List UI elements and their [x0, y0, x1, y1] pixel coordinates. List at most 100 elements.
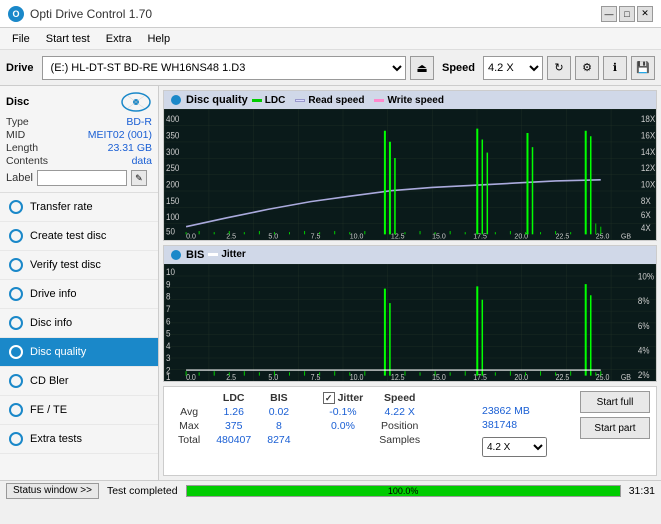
refresh-button[interactable]: ↻ [547, 56, 571, 80]
svg-text:5.0: 5.0 [268, 231, 278, 239]
svg-text:150: 150 [166, 195, 180, 205]
disc-length-label: Length [6, 142, 38, 154]
disc-quality-chart-svg: 400 350 300 250 200 150 100 50 18X 16X 1… [164, 109, 656, 240]
disc-quality-chart-panel: Disc quality LDC Read speed Write speed [163, 90, 657, 241]
disc-mid-label: MID [6, 129, 25, 141]
svg-text:350: 350 [166, 130, 180, 140]
create-test-disc-icon [8, 228, 24, 244]
app-icon: O [8, 6, 24, 22]
menu-extra[interactable]: Extra [98, 31, 140, 47]
row-total-label: Total [170, 433, 208, 447]
title-bar-left: O Opti Drive Control 1.70 [8, 6, 152, 22]
stats-table: LDC BIS ✓ Jitter Speed [170, 391, 474, 471]
disc-label-label: Label [6, 172, 33, 184]
drive-info-icon [8, 286, 24, 302]
cd-bler-icon [8, 373, 24, 389]
svg-text:10%: 10% [638, 271, 654, 282]
svg-text:10.0: 10.0 [350, 373, 364, 381]
legend-write-speed: Write speed [374, 95, 444, 106]
disc-label-input[interactable] [37, 170, 127, 186]
row-max-jitter: 0.0% [315, 419, 372, 433]
svg-text:22.5: 22.5 [556, 231, 570, 239]
svg-text:17.5: 17.5 [473, 373, 487, 381]
table-row: Max 375 8 0.0% Position [170, 419, 428, 433]
svg-text:10X: 10X [641, 179, 656, 189]
speed-select[interactable]: 4.2 X [483, 56, 543, 80]
disc-type-label: Type [6, 116, 29, 128]
maximize-button[interactable]: □ [619, 6, 635, 22]
content-area: Disc quality LDC Read speed Write speed [159, 86, 661, 480]
sidebar-item-verify-test-disc[interactable]: Verify test disc [0, 251, 158, 280]
jitter-checkbox[interactable]: ✓ [323, 392, 335, 404]
minimize-button[interactable]: — [601, 6, 617, 22]
drive-label: Drive [6, 62, 34, 74]
svg-text:GB: GB [621, 231, 631, 239]
start-full-button[interactable]: Start full [580, 391, 650, 413]
bis-chart-title: BIS Jitter [164, 246, 656, 264]
speed-select-stats[interactable]: 4.2 X [482, 437, 547, 457]
disc-quality-title-text: Disc quality [186, 94, 248, 106]
sidebar-item-disc-info[interactable]: Disc info [0, 309, 158, 338]
status-text: Test completed [107, 485, 178, 497]
sidebar-item-fe-te[interactable]: FE / TE [0, 396, 158, 425]
svg-text:4%: 4% [638, 345, 650, 356]
sidebar: Disc Type BD-R MID MEIT02 (001) Length 2… [0, 86, 159, 480]
row-avg-label: Avg [170, 405, 208, 419]
sidebar-item-create-test-disc[interactable]: Create test disc [0, 222, 158, 251]
svg-text:6: 6 [166, 316, 171, 327]
status-window-button[interactable]: Status window >> [6, 483, 99, 499]
svg-text:8%: 8% [638, 296, 650, 307]
sidebar-item-drive-info[interactable]: Drive info [0, 280, 158, 309]
info-button[interactable]: ℹ [603, 56, 627, 80]
drive-select[interactable]: (E:) HL-DT-ST BD-RE WH16NS48 1.D3 [42, 56, 406, 80]
svg-text:15.0: 15.0 [432, 231, 446, 239]
jitter-label: Jitter [338, 392, 364, 404]
save-button[interactable]: 💾 [631, 56, 655, 80]
samples-value: 381748 [482, 419, 517, 431]
disc-icon [120, 92, 152, 112]
sidebar-item-disc-quality[interactable]: Disc quality [0, 338, 158, 367]
svg-text:15.0: 15.0 [432, 373, 446, 381]
disc-label-edit-button[interactable]: ✎ [131, 170, 147, 186]
samples-label: Samples [371, 433, 428, 447]
bis-chart-svg: 10 9 8 7 6 5 4 3 2 1 10% 8% 6% 4% 2% 0.0 [164, 264, 656, 381]
svg-text:8: 8 [166, 291, 171, 302]
svg-text:16X: 16X [641, 130, 656, 140]
col-ldc: LDC [208, 391, 259, 405]
start-part-button[interactable]: Start part [580, 417, 650, 439]
menu-start-test[interactable]: Start test [38, 31, 98, 47]
svg-text:14X: 14X [641, 146, 656, 156]
title-bar: O Opti Drive Control 1.70 — □ ✕ [0, 0, 661, 28]
bis-title-text: BIS [186, 249, 204, 261]
disc-contents-value: data [132, 155, 152, 167]
disc-type-value: BD-R [126, 116, 152, 128]
disc-info-icon [8, 315, 24, 331]
disc-quality-chart-title: Disc quality LDC Read speed Write speed [164, 91, 656, 109]
row-avg-jitter: -0.1% [315, 405, 372, 419]
menu-help[interactable]: Help [139, 31, 178, 47]
position-value: 23862 MB [482, 405, 530, 417]
position-row: 23862 MB [482, 405, 572, 417]
app-title: Opti Drive Control 1.70 [30, 7, 152, 21]
samples-row: 381748 [482, 419, 572, 431]
status-time: 31:31 [629, 485, 655, 497]
disc-panel-header: Disc [6, 92, 152, 112]
svg-text:7: 7 [166, 303, 171, 314]
chart-legend-bis: Jitter [208, 249, 245, 260]
close-button[interactable]: ✕ [637, 6, 653, 22]
table-row: Total 480407 8274 Samples [170, 433, 428, 447]
svg-text:100: 100 [166, 212, 180, 222]
svg-text:12X: 12X [641, 163, 656, 173]
legend-ldc: LDC [252, 95, 286, 106]
menu-file[interactable]: File [4, 31, 38, 47]
svg-text:7.5: 7.5 [311, 373, 321, 381]
sidebar-item-transfer-rate[interactable]: Transfer rate [0, 193, 158, 222]
svg-text:10: 10 [166, 267, 175, 278]
settings-button[interactable]: ⚙ [575, 56, 599, 80]
svg-text:200: 200 [166, 179, 180, 189]
sidebar-item-extra-tests[interactable]: Extra tests [0, 425, 158, 454]
fe-te-icon [8, 402, 24, 418]
sidebar-item-cd-bler[interactable]: CD Bler [0, 367, 158, 396]
svg-text:2%: 2% [638, 369, 650, 380]
eject-button[interactable]: ⏏ [410, 56, 434, 80]
